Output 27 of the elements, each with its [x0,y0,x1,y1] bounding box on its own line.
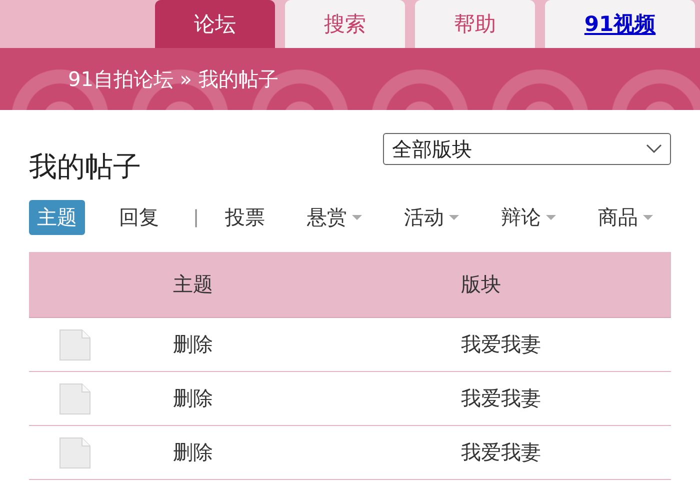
breadcrumb[interactable]: 91自拍论坛 » 我的帖子 [68,66,278,92]
filter-tab[interactable]: 悬赏 [299,200,370,234]
column-header: 版块 [461,271,502,298]
nav-tab[interactable]: 论坛 [155,0,275,48]
video-link[interactable]: 91视频 [545,0,695,48]
page-title: 我的帖子 [29,149,141,185]
table-cell[interactable]: 删除 [173,331,461,358]
table-cell[interactable]: 删除 [173,385,461,412]
nav-tab[interactable]: 搜索 [285,0,405,48]
table-cell[interactable]: 删除 [173,439,461,466]
filter-tab[interactable]: 主题 [29,200,85,234]
nav-tab[interactable]: 帮助 [415,0,535,48]
document-icon [59,436,91,468]
document-icon [59,328,91,360]
filter-tab[interactable]: 商品 [590,200,662,234]
table-cell-text: 我爱我妻 [461,439,542,466]
chevron-icon [646,144,662,154]
filter-tab[interactable]: 活动 [396,200,468,234]
table-cell-text: 我爱我妻 [461,385,542,412]
forum-select[interactable]: 全部版块 [383,133,671,165]
separator: | [193,206,200,228]
document-icon [59,382,91,414]
filter-tab[interactable]: 辩论 [493,200,564,234]
filter-tab[interactable]: 回复 [111,200,167,234]
column-header: 主题 [173,271,214,298]
filter-tab[interactable]: 投票 [217,200,274,234]
table-cell-text: 我爱我妻 [461,331,542,358]
